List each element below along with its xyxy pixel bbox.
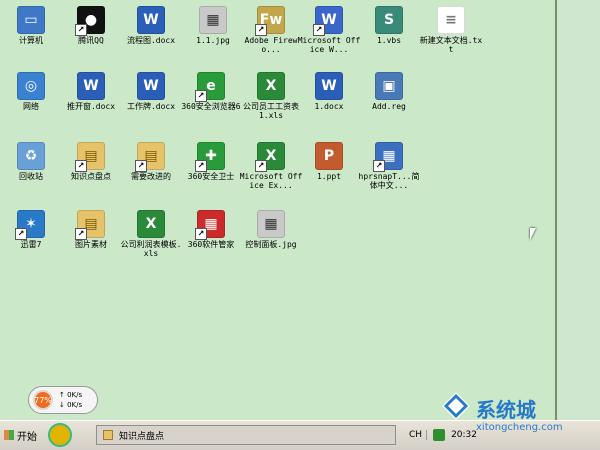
security-tray-icon[interactable] bbox=[433, 429, 446, 441]
desktop-icon-1-vbs[interactable]: S 1.vbs bbox=[358, 6, 420, 68]
desktop-icon-folder-needs-improvement[interactable]: ▤ ↗ 需要改进的 bbox=[120, 142, 182, 204]
image-file-icon: ▦ bbox=[257, 210, 285, 238]
desktop-icon-thunder[interactable]: ✶ ↗ 迅雷7 bbox=[0, 210, 62, 272]
desktop-icon-adobe-fireworks[interactable]: Fw ↗ Adobe Firewo... bbox=[240, 6, 302, 68]
shortcut-arrow-icon: ↗ bbox=[195, 228, 207, 240]
word-doc-icon: W bbox=[137, 6, 165, 34]
excel-file-icon: X bbox=[137, 210, 165, 238]
speed-percent-badge: 77% bbox=[33, 390, 53, 410]
desktop-icon-profit-template-xls[interactable]: X 公司利润表模板.xls bbox=[120, 210, 182, 272]
shortcut-arrow-icon: ↗ bbox=[255, 24, 267, 36]
desktop-icon-add-reg[interactable]: ▣ Add.reg bbox=[358, 72, 420, 134]
system-tray: CH 20:32 bbox=[405, 425, 600, 445]
shortcut-arrow-icon: ↗ bbox=[75, 160, 87, 172]
shortcut-arrow-icon: ↗ bbox=[75, 228, 87, 240]
folder-icon: ▤ ↗ bbox=[75, 210, 105, 240]
screenshot-tool-icon: ▦ ↗ bbox=[373, 142, 403, 172]
desktop-icon-360-browser[interactable]: e ↗ 360安全浏览器6 bbox=[180, 72, 242, 134]
desktop-icon-qq[interactable]: ● ↗ 腾讯QQ bbox=[60, 6, 122, 68]
desktop-icon-control-panel-jpg[interactable]: ▦ 控制面板.jpg bbox=[240, 210, 302, 272]
start-label: 开始 bbox=[17, 431, 37, 443]
desktop-icon-new-text[interactable]: ≡ 新建文本文档.txt bbox=[420, 6, 482, 68]
word-app-icon: W ↗ bbox=[313, 6, 343, 36]
desktop-icon-360-software-manager[interactable]: ▦ ↗ 360软件管家 bbox=[180, 210, 242, 272]
ppt-file-icon: P bbox=[315, 142, 343, 170]
download-speed: ↓ 0K/s bbox=[59, 401, 83, 409]
registry-icon: ▣ bbox=[375, 72, 403, 100]
taskbar: 开始 知识点盘点 CH 20:32 bbox=[0, 420, 600, 450]
desktop: ▭ 计算机 ● ↗ 腾讯QQ W 流程图.docx ▦ 1.1.jpg Fw ↗… bbox=[0, 0, 555, 420]
shortcut-arrow-icon: ↗ bbox=[255, 160, 267, 172]
desktop-icon-network[interactable]: ◎ 网络 bbox=[0, 72, 62, 134]
image-file-icon: ▦ bbox=[199, 6, 227, 34]
desktop-icon-360-security[interactable]: ✚ ↗ 360安全卫士 bbox=[180, 142, 242, 204]
windows-flag-icon bbox=[4, 430, 14, 440]
upload-speed: ↑ 0K/s bbox=[59, 391, 83, 399]
network-icon: ◎ bbox=[17, 72, 45, 100]
shortcut-arrow-icon: ↗ bbox=[135, 160, 147, 172]
shortcut-arrow-icon: ↗ bbox=[15, 228, 27, 240]
shortcut-arrow-icon: ↗ bbox=[75, 24, 87, 36]
desktop-icon-computer[interactable]: ▭ 计算机 bbox=[0, 6, 62, 68]
desktop-icon-folder-zhishidian[interactable]: ▤ ↗ 知识点盘点 bbox=[60, 142, 122, 204]
text-file-icon: ≡ bbox=[437, 6, 465, 34]
folder-task-icon bbox=[103, 430, 113, 440]
desktop-icon-folder-images[interactable]: ▤ ↗ 图片素材 bbox=[60, 210, 122, 272]
desktop-icon-tuikaichuang-docx[interactable]: W 推开窗.docx bbox=[60, 72, 122, 134]
taskbar-window-button[interactable]: 知识点盘点 bbox=[96, 425, 396, 445]
speed-values: ↑ 0K/s ↓ 0K/s bbox=[59, 391, 82, 409]
network-speed-widget[interactable]: 77% ↑ 0K/s ↓ 0K/s bbox=[28, 386, 98, 414]
shortcut-arrow-icon: ↗ bbox=[373, 160, 385, 172]
script-file-icon: S bbox=[375, 6, 403, 34]
desktop-icon-1-1-jpg[interactable]: ▦ 1.1.jpg bbox=[182, 6, 244, 68]
desktop-icon-flowchart-docx[interactable]: W 流程图.docx bbox=[120, 6, 182, 68]
desktop-icon-gongzuopai-docx[interactable]: W 工作牌.docx bbox=[120, 72, 182, 134]
desktop-icon-hprsnap[interactable]: ▦ ↗ hprsnapT...简体中文... bbox=[358, 142, 420, 204]
right-panel bbox=[555, 0, 600, 420]
thunder-icon: ✶ ↗ bbox=[15, 210, 45, 240]
fireworks-icon: Fw ↗ bbox=[255, 6, 285, 36]
desktop-icon-salary-xls[interactable]: X 公司员工工资表1.xls bbox=[240, 72, 302, 134]
folder-icon: ▤ ↗ bbox=[135, 142, 165, 172]
shortcut-arrow-icon: ↗ bbox=[195, 90, 207, 102]
mouse-pointer-icon bbox=[530, 228, 536, 240]
word-doc-icon: W bbox=[137, 72, 165, 100]
start-button[interactable]: 开始 bbox=[4, 425, 38, 445]
desktop-icon-recycle-bin[interactable]: ♻ 回收站 bbox=[0, 142, 62, 204]
shortcut-arrow-icon: ↗ bbox=[195, 160, 207, 172]
desktop-icon-ms-word[interactable]: W ↗ Microsoft Office W... bbox=[298, 6, 360, 68]
taskbar-window-title: 知识点盘点 bbox=[119, 431, 165, 442]
qq-icon: ● ↗ bbox=[75, 6, 105, 36]
word-doc-icon: W bbox=[315, 72, 343, 100]
computer-icon: ▭ bbox=[17, 6, 45, 34]
excel-app-icon: X ↗ bbox=[255, 142, 285, 172]
quicklaunch-icon[interactable] bbox=[48, 423, 72, 447]
desktop-icon-1-ppt[interactable]: P 1.ppt bbox=[298, 142, 360, 204]
recycle-bin-icon: ♻ bbox=[17, 142, 45, 170]
browser-icon: e ↗ bbox=[195, 72, 225, 102]
security-icon: ✚ ↗ bbox=[195, 142, 225, 172]
word-doc-icon: W bbox=[77, 72, 105, 100]
folder-icon: ▤ ↗ bbox=[75, 142, 105, 172]
language-indicator[interactable]: CH bbox=[405, 430, 428, 440]
desktop-icon-ms-excel[interactable]: X ↗ Microsoft Office Ex... bbox=[240, 142, 302, 204]
desktop-icon-1-docx[interactable]: W 1.docx bbox=[298, 72, 360, 134]
excel-file-icon: X bbox=[257, 72, 285, 100]
software-manager-icon: ▦ ↗ bbox=[195, 210, 225, 240]
shortcut-arrow-icon: ↗ bbox=[313, 24, 325, 36]
clock[interactable]: 20:32 bbox=[451, 430, 477, 440]
